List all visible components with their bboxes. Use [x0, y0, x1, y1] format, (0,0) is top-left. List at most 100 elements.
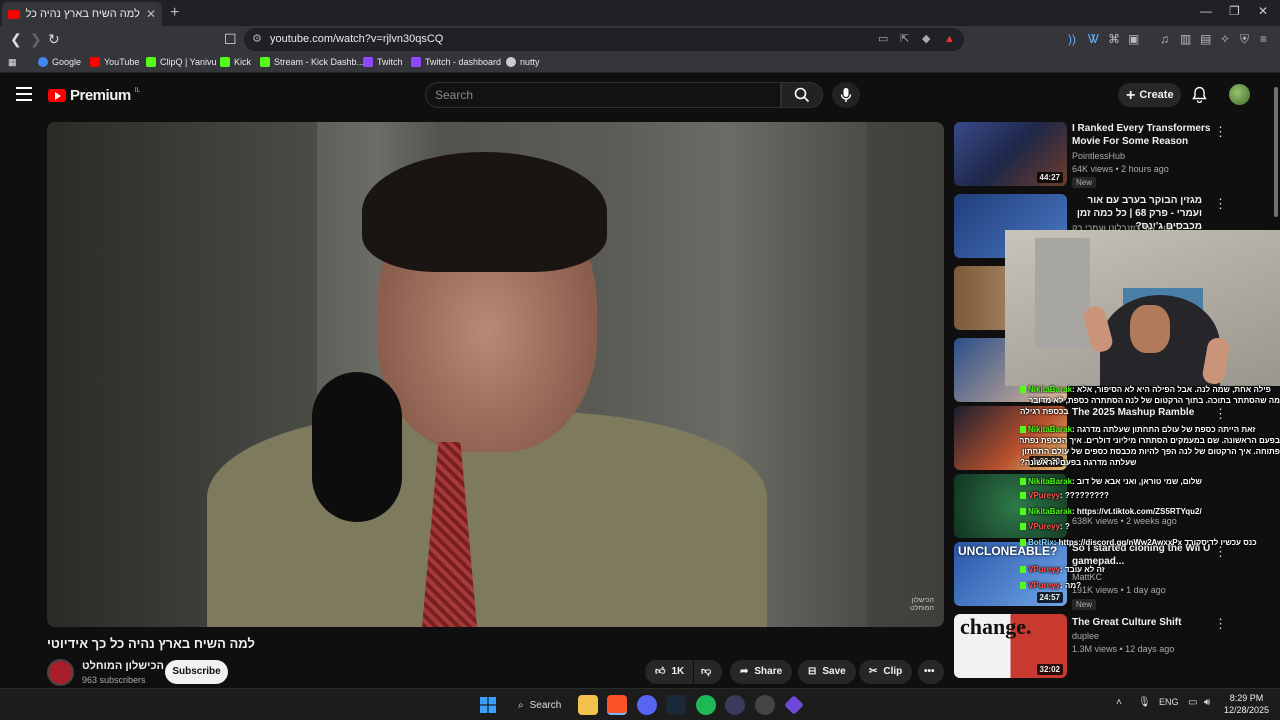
extension-audio-icon[interactable]: )) [1068, 32, 1076, 46]
extension-translate-icon[interactable]: Ꮤ [1088, 32, 1099, 47]
bookmark-icon[interactable]: ☐ [224, 31, 237, 48]
guide-menu-icon[interactable] [16, 87, 32, 101]
kick-badge-icon [1020, 426, 1026, 433]
chat-user: NikitaBarak [1028, 507, 1073, 516]
channel-avatar[interactable] [47, 659, 74, 686]
suggested-title[interactable]: I Ranked Every Transformers Movie For So… [1072, 122, 1212, 148]
close-window-icon[interactable]: ✕ [1258, 4, 1268, 18]
bookmark-google[interactable]: Google [38, 57, 81, 67]
suggested-video[interactable]: 44:27 I Ranked Every Transformers Movie … [954, 122, 1274, 188]
minimize-icon[interactable]: — [1200, 4, 1212, 18]
restore-icon[interactable]: ❐ [1229, 4, 1240, 18]
kick-badge-icon [1020, 566, 1026, 573]
extension-box-icon[interactable]: ▣ [1128, 32, 1139, 46]
app-diamond-icon[interactable] [784, 695, 804, 715]
chat-user: NikitaBarak [1028, 425, 1073, 434]
address-input[interactable]: ⚙ youtube.com/watch?v=rjlvn30qsCQ ▭ ⇱ ◆ … [244, 28, 964, 51]
new-tab-icon[interactable]: + [170, 4, 179, 22]
cam-background-door [1035, 238, 1090, 348]
like-button[interactable]: 👍︎ 1K [645, 660, 693, 684]
video-thumbnail[interactable]: 44:27 [954, 122, 1067, 186]
bookmark-youtube[interactable]: YouTube [90, 57, 139, 67]
bookmark-kick-dashboard[interactable]: Stream - Kick Dashb... [260, 57, 364, 67]
dislike-button[interactable]: 👎︎ [694, 660, 722, 684]
site-info-icon[interactable]: ⚙ [252, 28, 262, 51]
discord-icon[interactable] [637, 695, 657, 715]
bookmark-kick[interactable]: Kick [220, 57, 251, 67]
kick-badge-icon [1020, 478, 1026, 485]
save-label: Save [822, 666, 846, 677]
language-indicator[interactable]: ENG [1159, 697, 1179, 707]
youtube-logo[interactable]: Premium IL [48, 87, 141, 104]
volume-icon[interactable]: 🔊︎ [1204, 697, 1210, 708]
video-player[interactable]: הכישלון המוחלט [47, 122, 944, 627]
channel-name[interactable]: הכישלון המוחלט [82, 660, 164, 672]
share-button[interactable]: ➦ Share [730, 660, 793, 684]
bookmark-label: Google [52, 57, 82, 67]
suggested-title[interactable]: The Great Culture Shift [1072, 616, 1212, 629]
extension-puzzle-icon[interactable]: ⌘ [1108, 32, 1120, 46]
apps-grid-icon[interactable]: ▦ [8, 57, 17, 68]
clip-button[interactable]: ✂ Clip [859, 660, 913, 684]
save-button[interactable]: ⊟ Save [798, 660, 856, 684]
rewards-icon[interactable]: ▲ [944, 28, 955, 51]
bookmark-twitch[interactable]: Twitch [363, 57, 403, 67]
search-input[interactable]: Search [425, 82, 781, 108]
chat-text: : זה לא עובד [1060, 565, 1105, 574]
chat-message: בכספת רגילה [1020, 406, 1280, 417]
more-actions-button[interactable]: ••• [918, 660, 944, 684]
brave-browser-icon[interactable] [607, 695, 627, 715]
file-explorer-icon[interactable] [578, 695, 598, 715]
spotify-icon[interactable] [696, 695, 716, 715]
video-thumbnail[interactable]: change. 32:02 [954, 614, 1067, 678]
sidebar-icon[interactable]: ▥ [1180, 32, 1191, 46]
bookmark-twitch-dashboard[interactable]: Twitch - dashboard [411, 57, 501, 67]
tray-microphone-icon[interactable]: 🎙︎ [1138, 697, 1151, 708]
chat-text: : ? [1060, 522, 1070, 531]
notifications-button[interactable] [1192, 86, 1207, 108]
search-icon: ⌕ [518, 699, 524, 711]
bookmark-nutty[interactable]: nutty [506, 57, 540, 67]
close-tab-icon[interactable]: ✕ [146, 7, 156, 21]
chat-text: : ????????? [1060, 491, 1109, 500]
reload-icon[interactable]: ↻ [48, 31, 60, 48]
menu-icon[interactable]: ≡ [1260, 32, 1267, 46]
chat-message: פתוחה. איך הרקטום של לנה הפך להיות מכבסת… [1020, 446, 1280, 457]
steam-icon[interactable] [666, 695, 686, 715]
google-icon [38, 57, 48, 67]
browser-tab[interactable]: למה השיח בארץ נהיה כל כך אי... ✕ [2, 2, 162, 26]
kick-badge-icon [1020, 582, 1026, 589]
account-avatar[interactable] [1229, 84, 1250, 105]
bookmark-clipq[interactable]: ClipQ | Yanivu [146, 57, 217, 67]
create-button[interactable]: + Create [1118, 83, 1181, 107]
suggested-video[interactable]: change. 32:02 The Great Culture Shift du… [954, 614, 1274, 678]
wallet-icon[interactable]: ▤ [1200, 32, 1211, 46]
subscribe-button[interactable]: Subscribe [165, 660, 228, 684]
voice-search-button[interactable] [832, 82, 860, 108]
system-clock[interactable]: 8:29 PM 12/28/2025 [1224, 692, 1269, 716]
tray-overflow-icon[interactable]: ˄ [1116, 697, 1122, 708]
suggested-channel[interactable]: PointlessHub [1072, 151, 1125, 161]
more-vert-icon[interactable]: ⋮ [1214, 124, 1227, 140]
vpn-icon[interactable]: ⛨ [1240, 32, 1249, 47]
back-icon[interactable]: ❮ [10, 31, 22, 48]
more-vert-icon[interactable]: ⋮ [1214, 616, 1227, 632]
shield-icon[interactable]: ◆ [922, 28, 930, 51]
bookmark-label: nutty [520, 57, 540, 67]
suggested-channel[interactable]: duplee [1072, 631, 1099, 641]
media-icon[interactable]: ♫ [1160, 32, 1169, 46]
chat-text: : פילה אחת, שמה לנה. אבל הפילה היא לא הס… [1072, 385, 1271, 394]
network-icon[interactable]: ▭ [1188, 697, 1197, 708]
obs-icon[interactable] [755, 695, 775, 715]
chat-message: VPureyy: מה? [1020, 580, 1280, 591]
taskbar-search[interactable]: ⌕ Search [518, 695, 561, 715]
search-button[interactable] [781, 82, 823, 108]
more-vert-icon[interactable]: ⋮ [1214, 196, 1227, 212]
scrollbar-thumb[interactable] [1274, 87, 1278, 217]
leo-ai-icon[interactable]: ✧ [1220, 32, 1230, 46]
share-page-icon[interactable]: ⇱ [900, 28, 909, 51]
forward-icon[interactable]: ❯ [30, 31, 42, 48]
app-icon[interactable] [725, 695, 745, 715]
cast-icon[interactable]: ▭ [878, 28, 888, 51]
start-button[interactable] [478, 695, 498, 715]
